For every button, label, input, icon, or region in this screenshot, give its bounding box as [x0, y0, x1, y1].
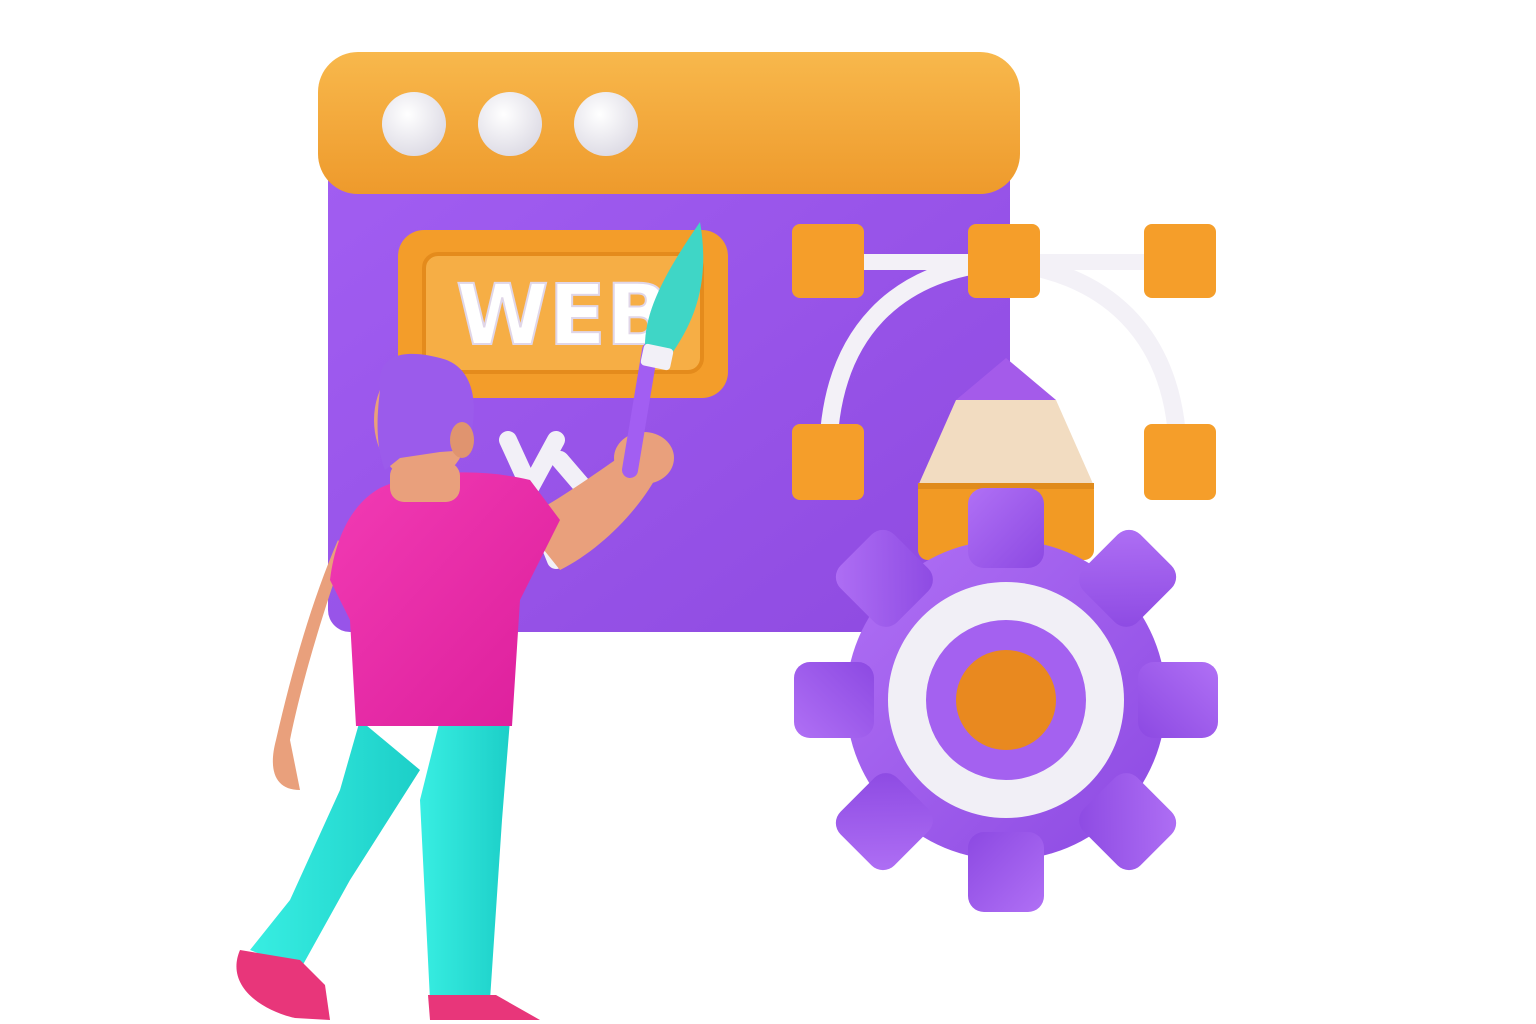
shoe-right	[428, 995, 540, 1020]
window-dot-3	[574, 92, 638, 156]
window-dot-1	[382, 92, 446, 156]
web-design-illustration: WEB	[0, 0, 1536, 1024]
bezier-node	[968, 224, 1040, 298]
window-dot-2	[478, 92, 542, 156]
bezier-node	[1144, 424, 1216, 500]
web-badge-text: WEB	[456, 266, 670, 364]
bezier-node	[1144, 224, 1216, 298]
bezier-node	[792, 424, 864, 500]
bezier-node	[792, 224, 864, 298]
window-dots-icon	[382, 92, 638, 156]
shoe-left	[236, 950, 330, 1020]
gear-icon	[794, 488, 1218, 912]
illustration-canvas: WEB	[236, 52, 1218, 1020]
gear-center	[956, 650, 1056, 750]
